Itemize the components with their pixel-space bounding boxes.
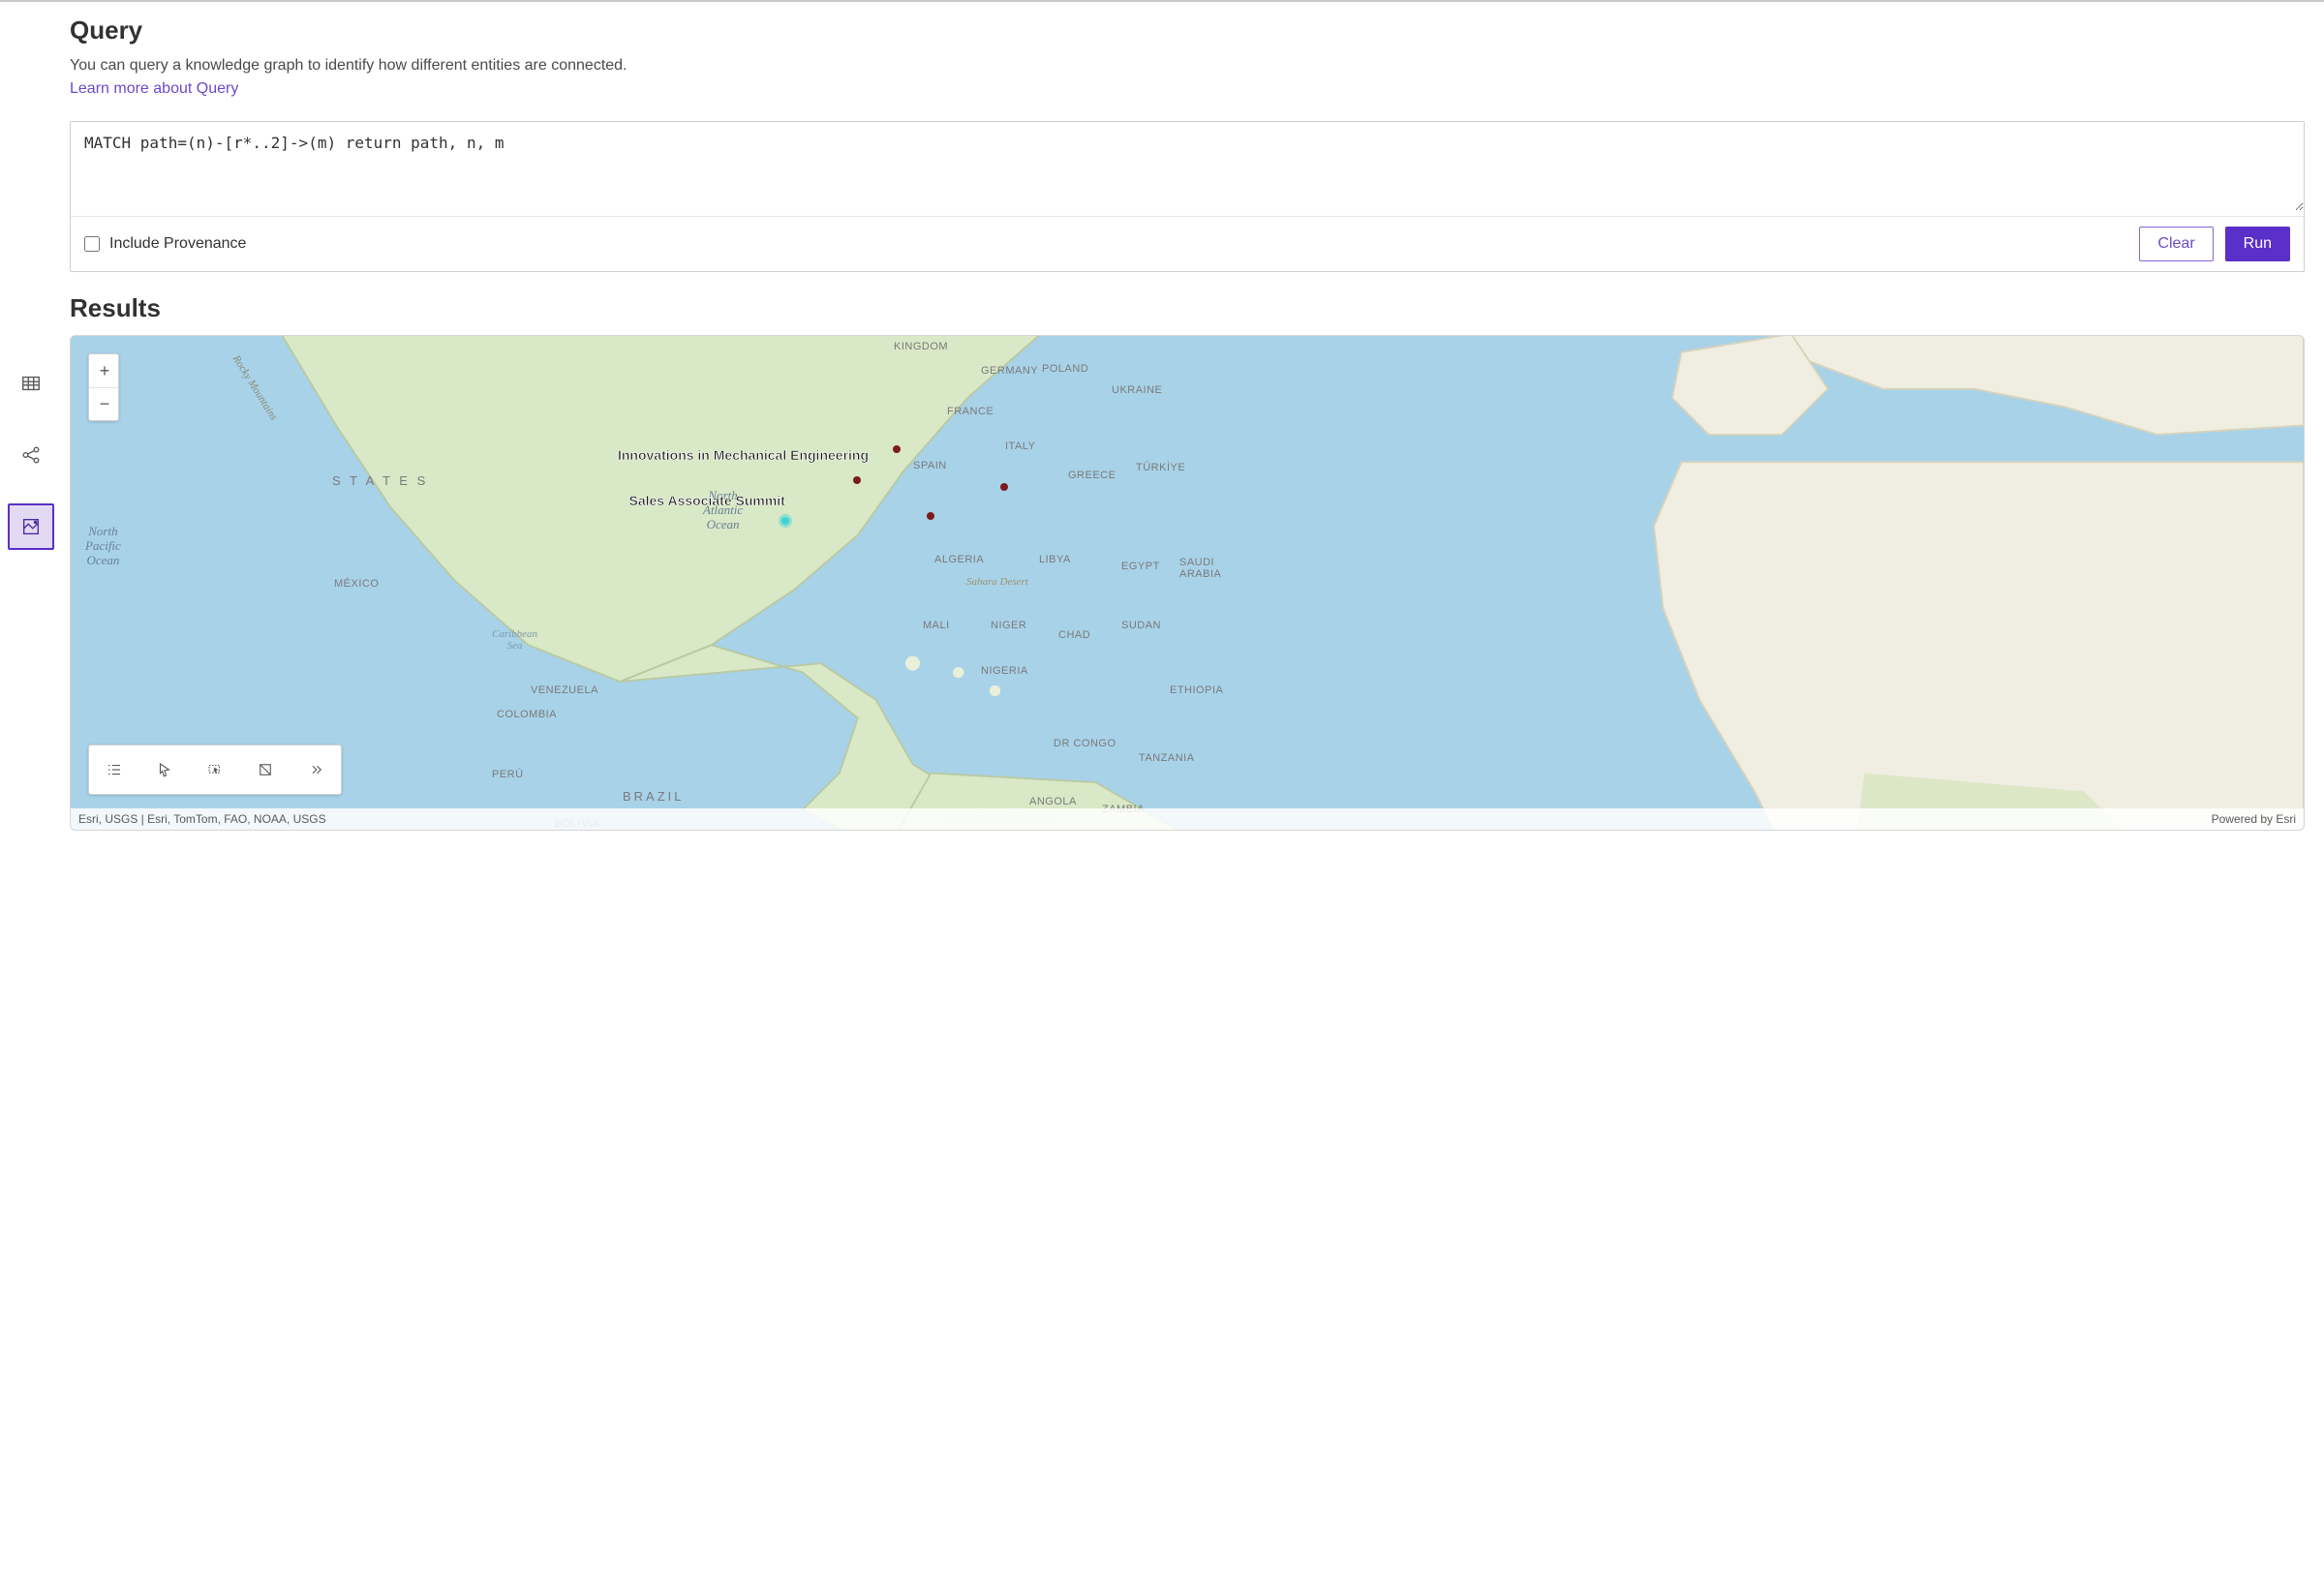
select-polygon-icon xyxy=(257,761,274,778)
learn-more-link[interactable]: Learn more about Query xyxy=(70,80,238,98)
side-rail-graph[interactable] xyxy=(8,432,54,478)
more-icon xyxy=(307,761,324,778)
table-icon xyxy=(20,373,42,394)
results-title: Results xyxy=(70,293,2305,323)
map-tool-pointer[interactable] xyxy=(139,745,190,794)
legend-icon xyxy=(106,761,123,778)
feature-point[interactable] xyxy=(927,512,934,520)
select-rectangle-icon xyxy=(206,761,224,778)
include-provenance-label: Include Provenance xyxy=(109,235,246,253)
feature-point[interactable] xyxy=(893,445,901,453)
zoom-control: + − xyxy=(88,353,119,421)
map-tool-select-rect[interactable] xyxy=(190,745,240,794)
zoom-out-button[interactable]: − xyxy=(89,387,119,420)
graph-icon xyxy=(20,444,42,466)
side-rail xyxy=(0,2,62,1580)
include-provenance-checkbox[interactable]: Include Provenance xyxy=(84,235,246,253)
feature-point[interactable] xyxy=(1000,483,1008,491)
map-icon xyxy=(20,516,42,537)
include-provenance-input[interactable] xyxy=(84,236,100,252)
map-toolbar xyxy=(88,744,342,795)
map-frame[interactable]: NorthPacificOcean NorthAtlanticOcean Car… xyxy=(70,335,2305,831)
map-tool-select-poly[interactable] xyxy=(240,745,290,794)
attribution-right: Powered by Esri xyxy=(2212,812,2296,826)
side-rail-map[interactable] xyxy=(8,503,54,550)
basemap xyxy=(71,336,2304,830)
run-button[interactable]: Run xyxy=(2225,227,2290,261)
attribution-bar: Esri, USGS | Esri, TomTom, FAO, NOAA, US… xyxy=(71,808,2304,830)
feature-point[interactable] xyxy=(853,476,861,484)
page-subtitle: You can query a knowledge graph to ident… xyxy=(70,57,2146,75)
map-tool-legend[interactable] xyxy=(89,745,139,794)
zoom-in-button[interactable]: + xyxy=(89,354,119,387)
query-box: Include Provenance Clear Run xyxy=(70,121,2305,272)
clear-button[interactable]: Clear xyxy=(2139,227,2213,261)
side-rail-table[interactable] xyxy=(8,360,54,407)
map-tool-more[interactable] xyxy=(290,745,341,794)
feature-point-highlight[interactable] xyxy=(781,517,789,525)
attribution-left: Esri, USGS | Esri, TomTom, FAO, NOAA, US… xyxy=(78,812,326,826)
pointer-icon xyxy=(156,761,173,778)
query-textarea[interactable] xyxy=(71,122,2304,211)
page-title: Query xyxy=(70,15,2146,46)
